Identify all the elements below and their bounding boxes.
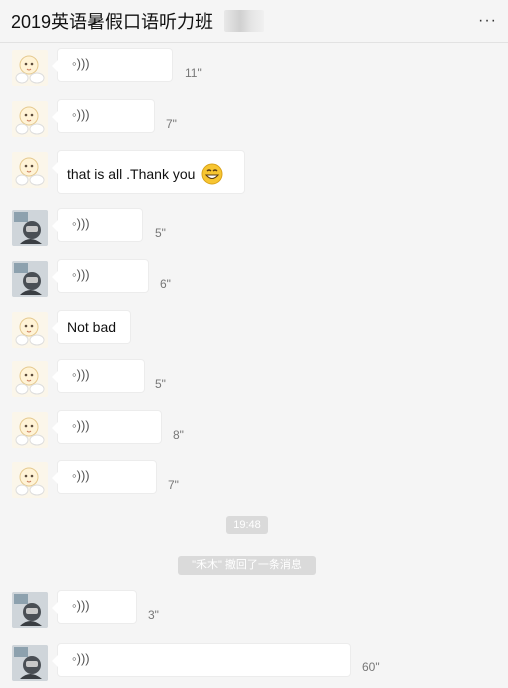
avatar[interactable] [12,645,48,681]
voice-message-bubble[interactable]: ◦))) [52,590,137,624]
avatar[interactable] [12,592,48,628]
voice-wave-icon: ◦))) [72,418,90,433]
avatar[interactable] [12,101,48,137]
text-message-bubble[interactable]: Not bad [52,310,131,344]
voice-duration: 5" [155,226,166,240]
voice-wave-icon: ◦))) [72,651,90,666]
voice-message-bubble[interactable]: ◦))) [52,460,157,494]
voice-duration: 6" [160,277,171,291]
grinning-face-emoji-icon [201,163,223,188]
voice-duration: 5" [155,377,166,391]
avatar[interactable] [12,361,48,397]
voice-wave-icon: ◦))) [72,107,90,122]
voice-message-bubble[interactable]: ◦))) [52,99,155,133]
voice-wave-icon: ◦))) [72,598,90,613]
voice-duration: 11" [185,66,202,80]
voice-message-bubble[interactable]: ◦))) [52,410,162,444]
text-message-bubble[interactable]: that is all .Thank you [52,150,245,194]
avatar[interactable] [12,312,48,348]
recall-notice: "禾木" 撤回了一条消息 [178,556,316,575]
more-dots-icon[interactable]: ··· [478,12,497,30]
voice-wave-icon: ◦))) [72,56,90,71]
voice-message-bubble[interactable]: ◦))) [52,48,173,82]
message-text: that is all .Thank you [67,166,196,183]
avatar[interactable] [12,412,48,448]
voice-wave-icon: ◦))) [72,468,90,483]
group-title: 2019英语暑假口语听力班 [11,12,214,32]
voice-message-bubble[interactable]: ◦))) [52,643,351,677]
chat-header: 2019英语暑假口语听力班 ··· [0,0,508,43]
voice-wave-icon: ◦))) [72,216,90,231]
voice-wave-icon: ◦))) [72,267,90,282]
voice-duration: 3" [148,608,159,622]
blurred-title-segment [224,10,264,32]
voice-duration: 60" [362,660,380,674]
voice-wave-icon: ◦))) [72,367,90,382]
avatar[interactable] [12,152,48,188]
message-text: Not bad [67,319,117,335]
avatar[interactable] [12,50,48,86]
voice-message-bubble[interactable]: ◦))) [52,259,149,293]
avatar[interactable] [12,261,48,297]
voice-duration: 7" [166,117,177,131]
voice-duration: 7" [168,478,179,492]
voice-message-bubble[interactable]: ◦))) [52,208,143,242]
avatar[interactable] [12,462,48,498]
avatar[interactable] [12,210,48,246]
timestamp-badge: 19:48 [226,516,268,534]
voice-message-bubble[interactable]: ◦))) [52,359,145,393]
voice-duration: 8" [173,428,184,442]
